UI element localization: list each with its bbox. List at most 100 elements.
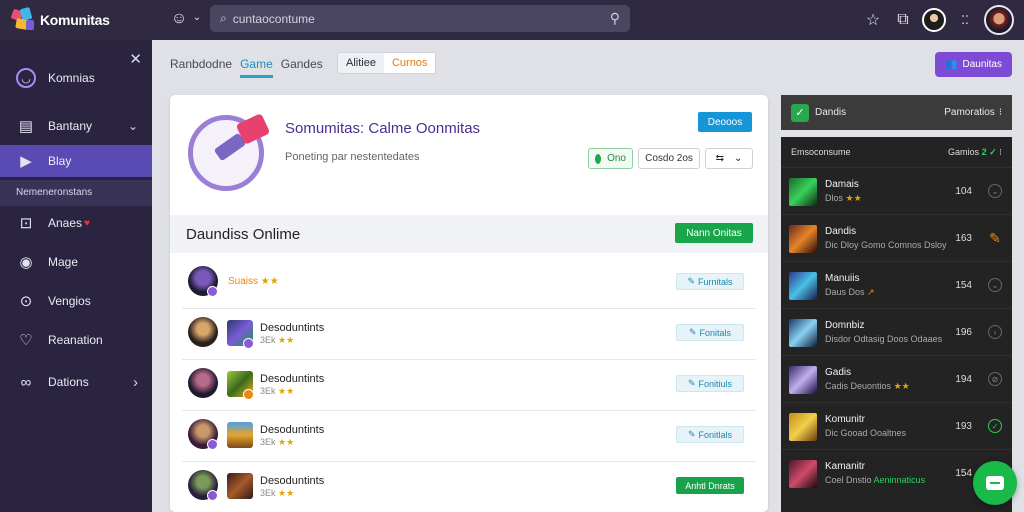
star-rating-icon: ★★ (893, 381, 910, 391)
ranking-row[interactable]: Komunitr Dic Gooad Ooaltnes 193 ✓ (781, 402, 1012, 449)
primary-button[interactable]: Deooos (698, 112, 752, 132)
item-action-button[interactable]: ✎ Fonitlals (676, 426, 744, 443)
ranking-name: Damais (825, 179, 859, 190)
ranking-row[interactable]: Damais Dlos ★★ 104 ⌄ (781, 167, 1012, 214)
chevron-down-icon[interactable]: ⌄ (128, 119, 138, 133)
expand-icon[interactable]: ⌄ (988, 184, 1002, 198)
item-meta-text: 3Ek (260, 437, 276, 447)
section-action-button[interactable]: Nann Onitas (675, 223, 753, 243)
tab-gandes[interactable]: Gandes (281, 57, 323, 71)
game-thumbnail (227, 422, 253, 448)
search-icon: ⌕ (220, 11, 227, 25)
tab-game[interactable]: Game (240, 57, 273, 78)
coin-icon: ⊙ (19, 293, 33, 310)
segment-option-curnos[interactable]: Curnos (384, 53, 435, 73)
online-list: Suaiss ★★ ✎ Furnitals Desoduntints 3Ek ★… (182, 258, 756, 512)
ranking-count: 154 (955, 280, 972, 291)
item-name: Desoduntints (260, 373, 325, 385)
sidebar-item-blay[interactable]: ▶ Blay (0, 145, 152, 177)
breadcrumb: Ranbdodne Game Gandes (170, 52, 323, 78)
search-submit-icon[interactable]: ⚲ (610, 10, 620, 27)
list-item[interactable]: Desoduntints 3Ek ★★ Anhtl Dnrats (182, 462, 756, 512)
list-item[interactable]: Suaiss ★★ ✎ Furnitals (182, 258, 756, 309)
segment-option-alitiee[interactable]: Alitiee (338, 53, 384, 73)
right-panel-link[interactable]: Pamoratios (944, 107, 995, 118)
status-button[interactable]: Ono (588, 148, 633, 169)
chat-button[interactable] (973, 461, 1017, 505)
list-item[interactable]: Desoduntints 3Ek ★★ ✎ Fonitiuls (182, 360, 756, 411)
ranking-row[interactable]: Domnbiz Disdor Odtasig Doos Odaaes 196 › (781, 308, 1012, 355)
ranking-name: Gadis (825, 367, 852, 378)
game-thumbnail (789, 319, 817, 347)
sidebar-item-mage[interactable]: ◉ Mage (0, 246, 152, 278)
game-thumbnail (789, 272, 817, 300)
blocked-icon[interactable]: ⊘ (988, 372, 1002, 386)
star-rating-icon: ★★ (845, 193, 862, 203)
smile-icon: ◡ (16, 68, 36, 88)
ranking-meta-text: Dic Dloy (825, 240, 859, 250)
list-item[interactable]: Desoduntints 3Ek ★★ ✎ Fonitlals (182, 411, 756, 462)
ranking-row[interactable]: Manuiis Daus Dos ↗ 154 ⌄ (781, 261, 1012, 308)
profile-avatar[interactable] (984, 5, 1014, 35)
ranking-meta-text: Dlos (825, 193, 844, 203)
more-icon[interactable]: ⁝ (999, 147, 1002, 157)
item-action-button[interactable]: ✎ Fonitiuls (676, 375, 744, 392)
edit-icon: ✎ (687, 378, 696, 388)
game-thumbnail (789, 225, 817, 253)
chevron-down-icon[interactable]: ⌄ (186, 12, 208, 23)
sidebar-item-label: Blay (48, 154, 72, 168)
more-icon[interactable]: ⁝ (999, 107, 1002, 118)
sidebar-item-label: Bantany (48, 119, 93, 133)
right-panel-sub-prefix: Gamios (948, 146, 980, 157)
daunitas-button[interactable]: 👥 Daunitas (935, 52, 1012, 77)
sidebar-item-vengios[interactable]: ⊙ Vengios (0, 285, 152, 317)
sidebar-item-reanation[interactable]: ♡ Reanation (0, 324, 152, 356)
edit-icon[interactable]: ✎ (988, 230, 1002, 246)
sidebar-item-label: Anaes (48, 216, 83, 230)
notification-icon[interactable]: ⧉ (892, 11, 914, 29)
list-item[interactable]: Desoduntints 3Ek ★★ ✎ Fonitals (182, 309, 756, 360)
badge-icon (207, 286, 218, 297)
item-action-button[interactable]: ✎ Fonitals (676, 324, 744, 341)
ranking-count: 154 (955, 468, 972, 479)
chevron-right-icon[interactable]: › (988, 325, 1002, 339)
avatar (188, 368, 218, 398)
chevron-right-icon[interactable]: › (133, 374, 138, 391)
item-action-button[interactable]: ✎ Furnitals (676, 273, 744, 290)
search-input[interactable]: cuntaocontume (233, 12, 610, 26)
top-bar: Komunitas ☺ ⌄ ⌕ cuntaocontume ⚲ ☆ ⧉ ⁚⁚ (0, 0, 1024, 40)
check-icon: ✓ (791, 103, 809, 122)
share-button[interactable]: ⇆ ⌄ (705, 148, 753, 169)
top-right-actions: ☆ ⧉ ⁚⁚ (862, 4, 1014, 36)
sidebar-item-dations[interactable]: ∞ Dations › (0, 366, 152, 398)
sidebar-item-bantany[interactable]: ▤ Bantany ⌄ (0, 110, 152, 142)
ranking-name: Dandis (825, 226, 857, 237)
status-label: Ono (607, 153, 626, 164)
more-icon[interactable]: ⁚⁚ (954, 13, 976, 27)
expand-icon[interactable]: ⌄ (988, 278, 1002, 292)
item-action-label: Fonitals (699, 327, 732, 338)
ranking-row[interactable]: Gadis Cadis Deuontios ★★ 194 ⊘ (781, 355, 1012, 402)
ranking-meta-text: Daus Dos (825, 287, 865, 297)
item-name: Desoduntints (260, 322, 325, 334)
ranking-count: 163 (955, 233, 972, 244)
sidebar-item-anaes[interactable]: ⊡ Anaes ♥ (0, 207, 152, 239)
cosdo-button[interactable]: Cosdo 2os (638, 148, 700, 169)
item-action-button[interactable]: Anhtl Dnrats (676, 477, 744, 494)
star-icon[interactable]: ☆ (862, 10, 884, 30)
game-title: Somumitas: Calme Oonmitas (285, 120, 481, 137)
user-avatar[interactable] (922, 8, 946, 32)
ranking-count: 194 (955, 374, 972, 385)
tab-ranbdodne[interactable]: Ranbdodne (170, 57, 232, 71)
game-thumbnail (789, 366, 817, 394)
search-bar[interactable]: ⌕ cuntaocontume ⚲ (210, 5, 630, 32)
item-meta: 3Ek ★★ (260, 488, 294, 499)
ranking-extra: Gomo Comnos Dsloy (861, 240, 947, 250)
app-logo[interactable]: Komunitas (0, 0, 152, 40)
item-name: Desoduntints (260, 475, 325, 487)
check-icon[interactable]: ✓ (988, 419, 1002, 433)
ranking-row[interactable]: Dandis Dic Dloy Gomo Comnos Dsloy 163 ✎ (781, 214, 1012, 261)
ranking-meta: Dic Dloy Gomo Comnos Dsloy (825, 240, 947, 250)
section-title: Daundiss Onlime (186, 226, 301, 243)
sidebar-item-komnias[interactable]: ◡ Komnias (0, 62, 152, 94)
